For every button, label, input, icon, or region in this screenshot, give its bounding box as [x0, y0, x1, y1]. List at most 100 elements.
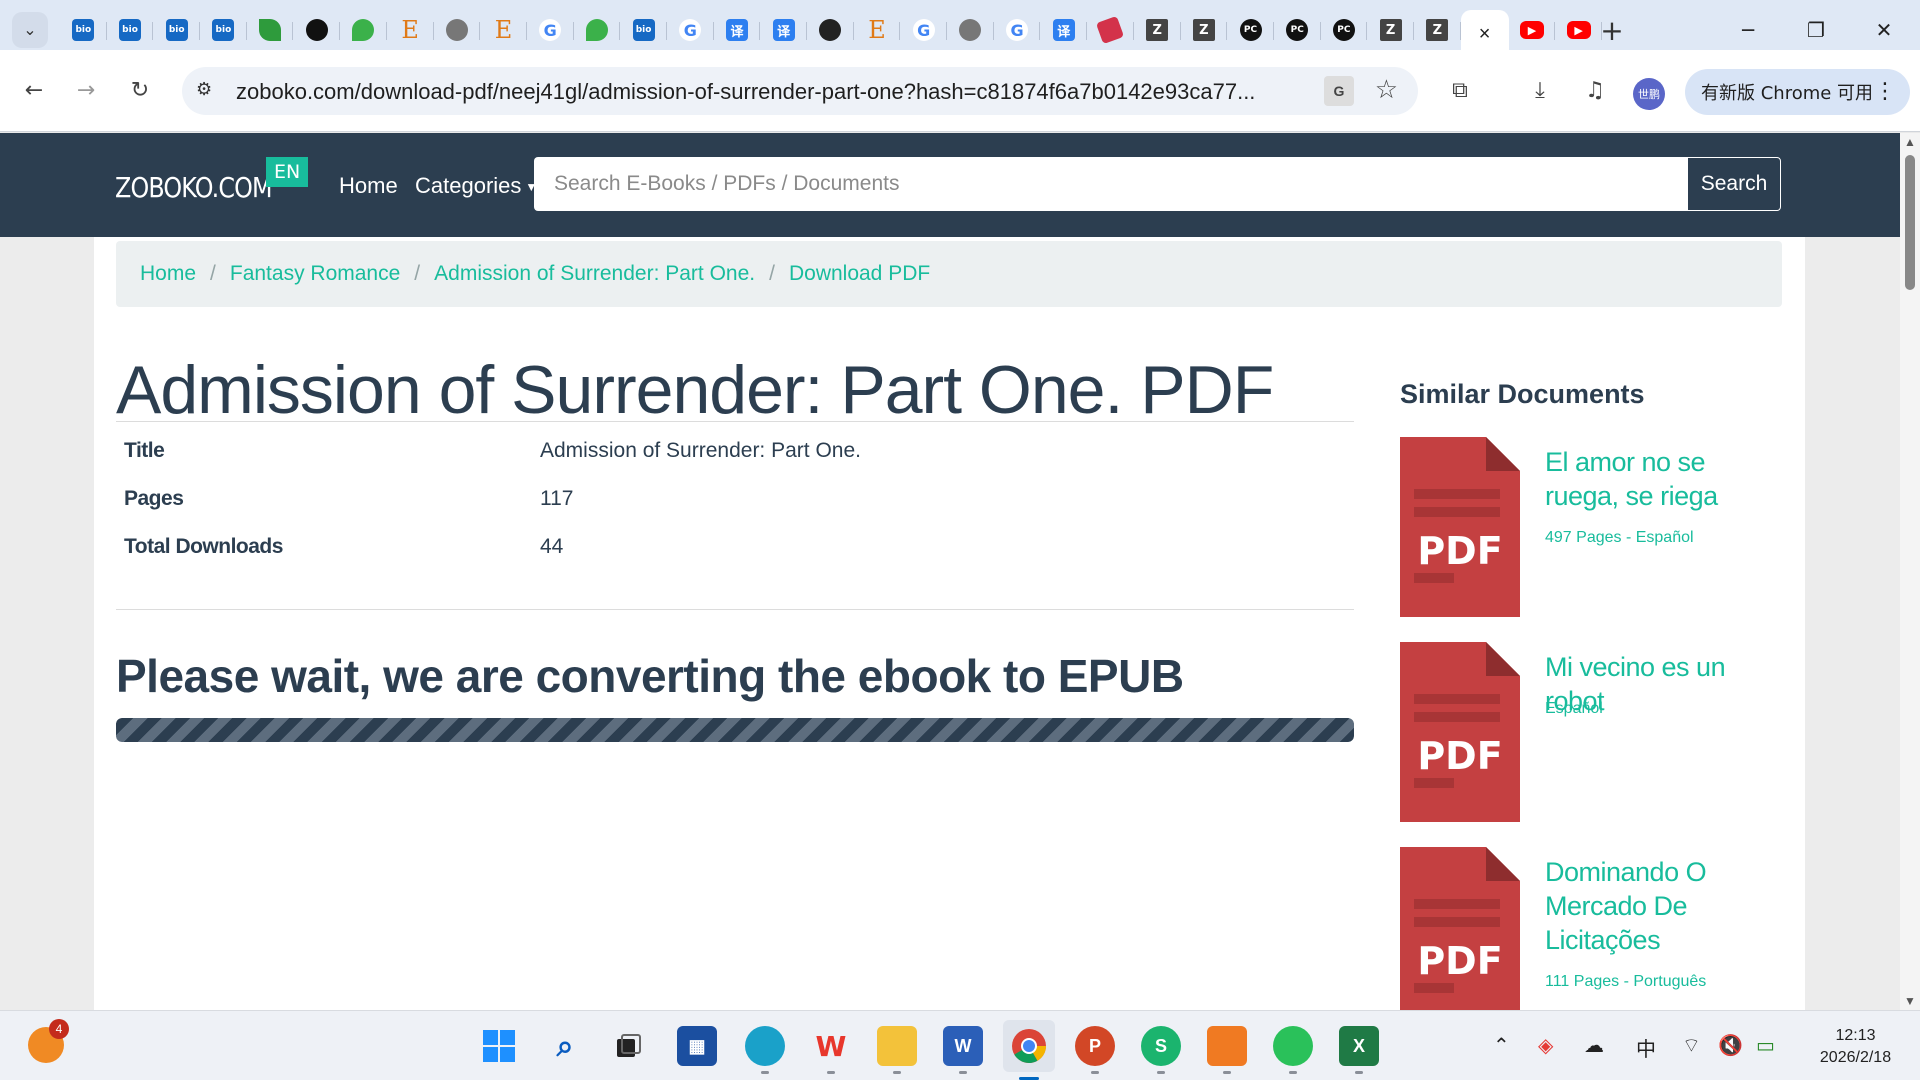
- browser-tab[interactable]: [807, 10, 854, 50]
- browser-tab[interactable]: E: [387, 10, 434, 50]
- pdf-file-icon[interactable]: PDF: [1400, 437, 1520, 617]
- site-logo[interactable]: ZOBOKO.COM: [115, 171, 273, 204]
- minimize-button[interactable]: ─: [1720, 10, 1776, 50]
- ime-indicator[interactable]: 中: [1636, 1033, 1656, 1062]
- chrome-icon[interactable]: [1003, 1020, 1055, 1080]
- wifi-icon[interactable]: ⌔: [1682, 1033, 1701, 1058]
- task-view-icon[interactable]: [608, 1026, 648, 1066]
- browser-tab[interactable]: G: [994, 10, 1041, 50]
- page-viewport: ZOBOKO.COM EN Home Categories▼ Search Ho…: [0, 133, 1900, 1010]
- address-bar[interactable]: ⚙ zoboko.com/download-pdf/neej41gl/admis…: [182, 67, 1418, 115]
- breadcrumb-separator: /: [210, 262, 216, 285]
- system-clock[interactable]: 12:13 2026/2/18: [1808, 1025, 1903, 1069]
- browser-tab[interactable]: Z: [1181, 10, 1228, 50]
- similar-doc-title[interactable]: El amor no se ruega, se riega: [1545, 445, 1785, 513]
- download-icon[interactable]: ⤓: [1520, 70, 1560, 110]
- word-icon[interactable]: W: [943, 1026, 983, 1074]
- speaker-muted-icon[interactable]: 🔇: [1718, 1033, 1743, 1057]
- close-window-button[interactable]: ✕: [1856, 10, 1912, 50]
- browser-tab[interactable]: G: [900, 10, 947, 50]
- close-tab-icon[interactable]: ×: [1479, 23, 1491, 46]
- browser-tab[interactable]: bio: [60, 10, 107, 50]
- battery-icon[interactable]: ▭: [1756, 1033, 1775, 1057]
- store-icon[interactable]: ▦: [677, 1026, 717, 1066]
- translate-favicon-icon: 译: [725, 19, 748, 41]
- new-tab-button[interactable]: +: [1596, 14, 1628, 47]
- browser-tab[interactable]: bio: [620, 10, 667, 50]
- tray-overflow-icon[interactable]: ⌃: [1493, 1033, 1510, 1057]
- app-green-icon[interactable]: S: [1141, 1026, 1181, 1074]
- scroll-thumb[interactable]: [1905, 155, 1915, 290]
- browser-tab[interactable]: PC: [1274, 10, 1321, 50]
- browser-tab[interactable]: ▶: [1555, 10, 1602, 50]
- tray-app-icon[interactable]: ◈: [1538, 1033, 1553, 1057]
- excel-icon[interactable]: X: [1339, 1026, 1379, 1074]
- pdf-file-icon[interactable]: PDF: [1400, 642, 1520, 822]
- chrome-update-button[interactable]: 有新版 Chrome 可用 ⋮: [1685, 69, 1910, 115]
- browser-tab[interactable]: G: [667, 10, 714, 50]
- browser-tab[interactable]: bio: [153, 10, 200, 50]
- search-input[interactable]: [534, 157, 1688, 211]
- wechat-icon[interactable]: [1273, 1026, 1313, 1074]
- translate-icon[interactable]: G: [1324, 76, 1354, 106]
- bookmark-star-icon[interactable]: ☆: [1375, 75, 1398, 105]
- leaf-favicon-icon: [259, 19, 282, 41]
- breadcrumb-category[interactable]: Fantasy Romance: [230, 262, 400, 286]
- forward-button[interactable]: →: [66, 70, 106, 110]
- browser-tab[interactable]: PC: [1321, 10, 1368, 50]
- browser-tab[interactable]: E: [854, 10, 901, 50]
- site-info-icon[interactable]: ⚙: [196, 79, 212, 100]
- nav-home[interactable]: Home: [339, 173, 398, 199]
- nav-categories[interactable]: Categories ▼: [415, 173, 537, 199]
- browser-tab[interactable]: bio: [107, 10, 154, 50]
- cloud-icon[interactable]: ☁: [1584, 1033, 1604, 1057]
- search-button[interactable]: Search: [1687, 157, 1781, 211]
- youtube-favicon-icon: ▶: [1519, 21, 1544, 39]
- browser-tab[interactable]: [574, 10, 621, 50]
- Z-favicon-icon: Z: [1192, 19, 1215, 41]
- browser-tab[interactable]: Z: [1414, 10, 1461, 50]
- powerpoint-icon[interactable]: P: [1075, 1026, 1115, 1074]
- browser-tab[interactable]: 译: [760, 10, 807, 50]
- browser-tab[interactable]: ▶: [1509, 10, 1556, 50]
- language-badge[interactable]: EN: [266, 157, 309, 187]
- browser-tab[interactable]: 译: [714, 10, 761, 50]
- scroll-down-icon[interactable]: ▼: [1904, 994, 1916, 1008]
- menu-dots-icon[interactable]: ⋮: [1874, 79, 1896, 104]
- browser-tab[interactable]: [247, 10, 294, 50]
- toolbox-icon[interactable]: [1207, 1026, 1247, 1074]
- scroll-up-icon[interactable]: ▲: [1904, 135, 1916, 149]
- back-button[interactable]: ←: [14, 70, 54, 110]
- browser-tab[interactable]: Z: [1134, 10, 1181, 50]
- browser-tab[interactable]: E: [480, 10, 527, 50]
- similar-doc-title[interactable]: Dominando O Mercado De Licitações: [1545, 855, 1785, 957]
- extensions-icon[interactable]: ⧉: [1440, 70, 1480, 110]
- browser-tab[interactable]: [947, 10, 994, 50]
- globe-favicon-icon: [445, 19, 468, 41]
- browser-tab[interactable]: [293, 10, 340, 50]
- restore-button[interactable]: ❐: [1788, 10, 1844, 50]
- browser-tab[interactable]: Z: [1367, 10, 1414, 50]
- profile-avatar[interactable]: 世鹏: [1633, 78, 1665, 110]
- breadcrumb-current[interactable]: Download PDF: [789, 262, 930, 286]
- start-menu-icon[interactable]: [479, 1026, 519, 1066]
- tab-search-button[interactable]: ⌄: [12, 12, 48, 48]
- breadcrumb-home[interactable]: Home: [140, 262, 196, 286]
- reload-button[interactable]: ↻: [120, 70, 160, 110]
- browser-tab[interactable]: bio: [200, 10, 247, 50]
- file-explorer-icon[interactable]: [877, 1026, 917, 1074]
- browser-tab[interactable]: [1087, 10, 1134, 50]
- media-control-icon[interactable]: ♫: [1575, 70, 1615, 110]
- edge-browser-icon[interactable]: [745, 1026, 785, 1074]
- url-text[interactable]: zoboko.com/download-pdf/neej41gl/admissi…: [236, 79, 1255, 105]
- page-scrollbar[interactable]: ▲ ▼: [1900, 133, 1920, 1010]
- browser-tab[interactable]: 译: [1040, 10, 1087, 50]
- pdf-file-icon[interactable]: PDF: [1400, 847, 1520, 1010]
- browser-tab[interactable]: [434, 10, 481, 50]
- breadcrumb-book[interactable]: Admission of Surrender: Part One.: [434, 262, 755, 286]
- browser-tab[interactable]: G: [527, 10, 574, 50]
- wps-icon[interactable]: W: [811, 1026, 851, 1074]
- browser-tab[interactable]: PC: [1227, 10, 1274, 50]
- browser-tab[interactable]: [340, 10, 387, 50]
- search-taskbar-icon[interactable]: ⌕: [545, 1026, 585, 1066]
